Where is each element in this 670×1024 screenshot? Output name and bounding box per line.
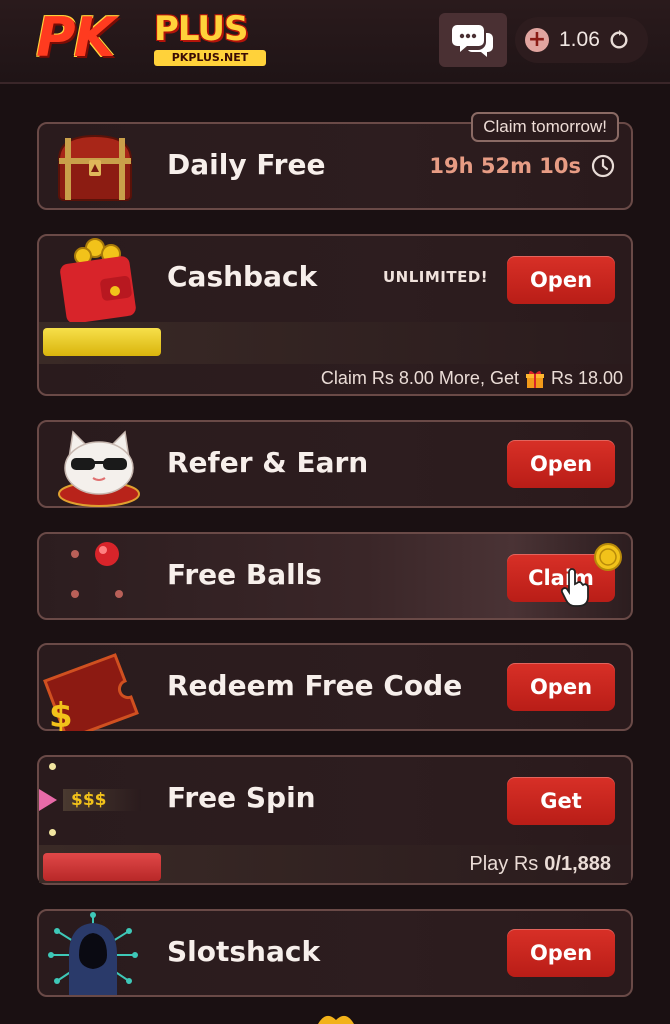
spin-note-value: 0/1,888 <box>544 853 611 875</box>
cashback-reward: Rs 18.00 <box>550 368 623 388</box>
daily-timer: 19h 52m 10s <box>429 154 615 178</box>
spin-graphic: $$$ <box>39 757 149 845</box>
spin-dot-bottom <box>49 829 56 836</box>
slotshack-card[interactable]: Slotshack Open <box>37 909 633 997</box>
pointer-triangle-icon <box>39 789 57 811</box>
free-balls-card[interactable]: Free Balls Claim <box>37 532 633 620</box>
refresh-icon[interactable] <box>608 29 630 51</box>
balance-pill: + 1.06 <box>515 17 648 63</box>
cashback-card[interactable]: Cashback UNLIMITED! Open Claim Rs 8.00 M… <box>37 234 633 396</box>
ticket-icon: $ <box>43 653 139 731</box>
clock-icon <box>591 154 615 178</box>
spin-note: Play Rs 0/1,888 <box>469 853 611 876</box>
pointer-hand-icon <box>561 568 589 607</box>
unlimited-badge: UNLIMITED! <box>383 268 489 286</box>
free-balls-title: Free Balls <box>167 558 322 591</box>
bottom-nav-gift-icon[interactable] <box>314 1010 358 1024</box>
chat-button[interactable] <box>439 13 507 67</box>
spin-dot-top <box>49 763 56 770</box>
claim-tomorrow-tag: Claim tomorrow! <box>471 112 619 142</box>
slotshack-open-button[interactable]: Open <box>507 929 615 977</box>
svg-text:$: $ <box>49 696 73 731</box>
balance-value: 1.06 <box>559 28 600 51</box>
free-spin-title: Free Spin <box>167 781 316 814</box>
cashback-open-button[interactable]: Open <box>507 256 615 304</box>
spin-label: $$$ <box>63 789 141 811</box>
cashback-note: Claim Rs 8.00 More, Get Rs 18.00 <box>321 368 623 389</box>
top-header: PK PLUS PKPLUS.NET + 1.06 <box>0 0 670 84</box>
daily-free-card[interactable]: Daily Free Claim tomorrow! 19h 52m 10s <box>37 112 633 210</box>
free-spin-get-button[interactable]: Get <box>507 777 615 825</box>
timer-text: 19h 52m 10s <box>429 154 581 178</box>
spin-progress-fill <box>43 853 161 881</box>
redeem-code-card[interactable]: $ Redeem Free Code Open <box>37 643 633 731</box>
add-funds-icon[interactable]: + <box>525 28 549 52</box>
slotshack-title: Slotshack <box>167 935 321 968</box>
cashback-note-text: Claim Rs 8.00 More, Get <box>320 368 519 388</box>
logo-pk: PK <box>36 6 115 69</box>
logo-site: PKPLUS.NET <box>154 50 266 66</box>
free-spin-card[interactable]: $$$ Free Spin Get Play Rs 0/1,888 <box>37 755 633 885</box>
cashback-title: Cashback <box>167 260 318 293</box>
refer-earn-title: Refer & Earn <box>167 446 369 479</box>
chat-bubbles-icon <box>452 25 493 57</box>
redeem-open-button[interactable]: Open <box>507 663 615 711</box>
hacker-icon <box>48 912 138 995</box>
spin-note-text: Play Rs <box>469 853 539 875</box>
lucky-cat-icon <box>58 430 140 507</box>
gift-icon <box>525 370 544 388</box>
cashback-progress-fill <box>43 328 161 356</box>
coin-icon <box>594 543 622 571</box>
treasure-chest-icon <box>57 134 133 201</box>
brand-logo[interactable]: PK PLUS PKPLUS.NET <box>36 8 272 70</box>
balls-icon <box>71 542 123 598</box>
redeem-title: Redeem Free Code <box>167 669 463 702</box>
refer-open-button[interactable]: Open <box>507 440 615 488</box>
wallet-coins-icon <box>60 238 136 324</box>
refer-earn-card[interactable]: Refer & Earn Open <box>37 420 633 508</box>
daily-free-title: Daily Free <box>167 148 326 181</box>
logo-plus: PLUS <box>154 9 248 49</box>
